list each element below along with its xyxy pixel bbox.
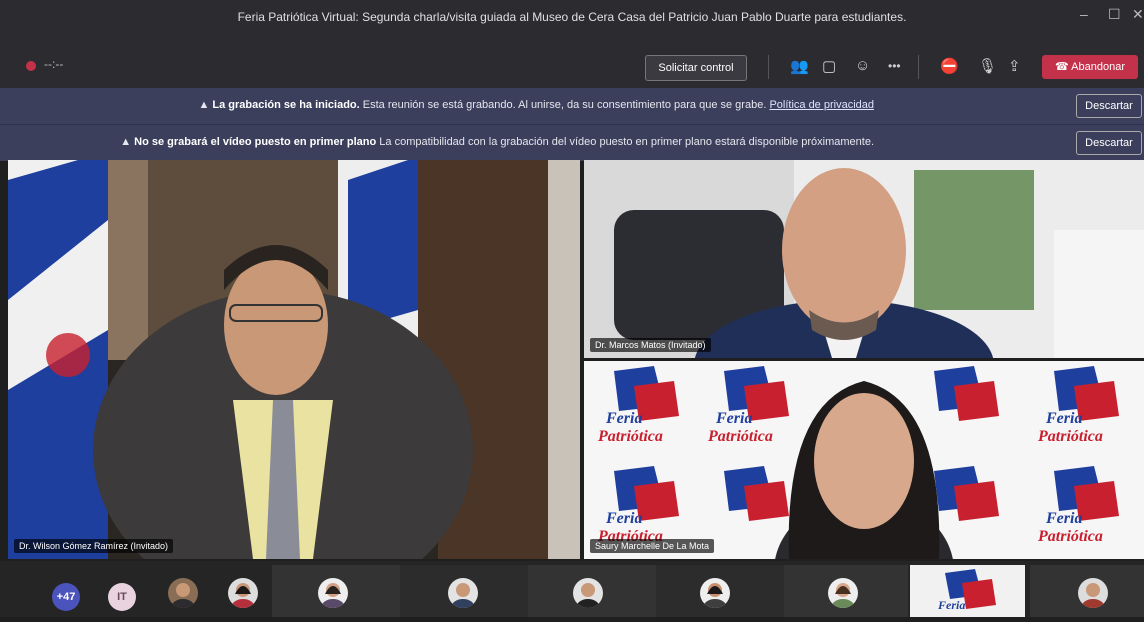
- maximize-button[interactable]: ☐: [1108, 6, 1121, 23]
- participant-thumb-logo[interactable]: Feria: [910, 565, 1025, 617]
- dismiss-button[interactable]: Descartar: [1076, 94, 1142, 118]
- logo-text-line-1: Feria: [1045, 510, 1082, 527]
- participants-icon[interactable]: 👥: [790, 57, 809, 75]
- phone-icon: ☎: [1055, 61, 1069, 73]
- meeting-toolbar: --:-- Solicitar control 👥 ▢ ☺ ••• ⛔ 🎙 ⇪ …: [0, 46, 1144, 88]
- banner-message: ▲ La grabación se ha iniciado. Esta reun…: [198, 99, 874, 111]
- banner-title: No se grabará el vídeo puesto en primer …: [134, 136, 377, 148]
- minimize-button[interactable]: –: [1080, 6, 1088, 22]
- close-button[interactable]: ✕: [1132, 6, 1144, 23]
- title-bar: Feria Patriótica Virtual: Segunda charla…: [0, 0, 1144, 46]
- video-tile-bottom-right[interactable]: Feria Patriótica Feria Patriótica Feria …: [584, 361, 1144, 559]
- avatar[interactable]: [448, 578, 478, 608]
- warning-icon: ▲: [120, 136, 132, 148]
- initials-avatar[interactable]: IT: [108, 583, 136, 611]
- avatar[interactable]: [573, 578, 603, 608]
- avatar[interactable]: [828, 578, 858, 608]
- avatar[interactable]: [700, 578, 730, 608]
- logo-text-line-1: Feria: [1045, 410, 1082, 427]
- avatar[interactable]: [168, 578, 198, 608]
- more-participants-badge[interactable]: +47: [52, 583, 80, 611]
- leave-label: Abandonar: [1071, 61, 1125, 73]
- dismiss-button[interactable]: Descartar: [1076, 131, 1142, 155]
- avatar[interactable]: [228, 578, 258, 608]
- logo-text-line-1: Feria: [605, 410, 642, 427]
- video-frame-top-right: [584, 160, 1144, 358]
- participant-name: Saury Marchelle De La Mota: [590, 539, 715, 553]
- share-icon[interactable]: ⇪: [1008, 57, 1021, 75]
- chat-icon[interactable]: ▢: [822, 57, 836, 75]
- privacy-policy-link[interactable]: Política de privacidad: [769, 99, 874, 111]
- camera-off-icon[interactable]: ⛔: [940, 57, 959, 75]
- recording-banner: ▲ La grabación se ha iniciado. Esta reun…: [0, 88, 1144, 124]
- reactions-icon[interactable]: ☺: [855, 57, 870, 74]
- toolbar-separator: [768, 55, 769, 79]
- leave-button[interactable]: ☎ Abandonar: [1042, 55, 1138, 79]
- logo-text-line-2: Patriótica: [1037, 428, 1103, 445]
- logo-text-line-2: Patriótica: [707, 428, 773, 445]
- logo-text-line-2: Patriótica: [597, 428, 663, 445]
- video-tile-main[interactable]: Dr. Wilson Gómez Ramírez (Invitado): [8, 160, 580, 559]
- request-control-button[interactable]: Solicitar control: [645, 55, 747, 81]
- window-title: Feria Patriótica Virtual: Segunda charla…: [237, 10, 907, 24]
- logo-text-line-1: Feria: [937, 598, 965, 612]
- recording-icon: [26, 61, 36, 71]
- avatar[interactable]: [1078, 578, 1108, 608]
- avatar[interactable]: [318, 578, 348, 608]
- banner-message: ▲ No se grabará el vídeo puesto en prime…: [120, 136, 874, 148]
- more-actions-button[interactable]: •••: [888, 59, 901, 73]
- spotlight-banner: ▲ No se grabará el vídeo puesto en prime…: [0, 124, 1144, 161]
- logo-text-line-1: Feria: [605, 510, 642, 527]
- banner-title: La grabación se ha iniciado.: [212, 99, 360, 111]
- microphone-icon[interactable]: 🎙: [978, 57, 997, 75]
- warning-icon: ▲: [198, 99, 210, 111]
- banner-text: Esta reunión se está grabando. Al unirse…: [359, 99, 767, 111]
- logo-text-line-1: Feria: [715, 410, 752, 427]
- logo-text-line-2: Patriótica: [1037, 528, 1103, 545]
- participant-name: Dr. Wilson Gómez Ramírez (Invitado): [14, 539, 174, 553]
- meeting-timer: --:--: [44, 57, 64, 71]
- video-tile-top-right[interactable]: Dr. Marcos Matos (Invitado): [584, 160, 1144, 358]
- video-frame-bottom-right: Feria Patriótica Feria Patriótica Feria …: [584, 361, 1144, 559]
- banner-text: La compatibilidad con la grabación del v…: [376, 136, 874, 148]
- toolbar-separator: [918, 55, 919, 79]
- video-frame-main: [8, 160, 580, 559]
- participant-name: Dr. Marcos Matos (Invitado): [590, 338, 711, 352]
